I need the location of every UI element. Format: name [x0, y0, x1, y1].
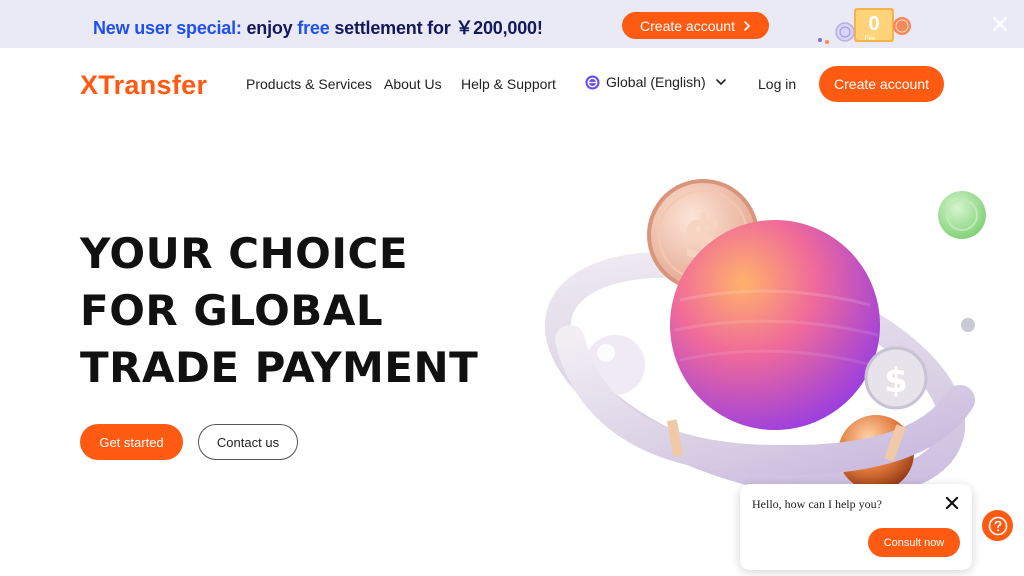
- contact-us-button[interactable]: Contact us: [198, 424, 298, 460]
- promo-text: New user special: enjoy free settlement …: [93, 14, 543, 40]
- svg-text:$: $: [884, 361, 908, 401]
- help-chat-button[interactable]: [982, 510, 1013, 541]
- promo-create-account-button[interactable]: Create account: [622, 12, 769, 39]
- chat-popup: Hello, how can I help you? Consult now: [740, 484, 972, 570]
- xtransfer-logo[interactable]: XTransfer: [80, 70, 207, 101]
- close-icon[interactable]: [990, 14, 1010, 34]
- nav-products-services[interactable]: Products & Services: [246, 76, 372, 92]
- hero-title-line-1: YOUR CHOICE: [80, 229, 409, 278]
- language-label: Global (English): [606, 74, 706, 90]
- chat-message: Hello, how can I help you?: [752, 497, 882, 511]
- hero-planet-ring-illustration: $ $: [544, 179, 986, 499]
- chevron-down-icon: [715, 78, 726, 85]
- hero-title-line-2: FOR GLOBAL: [80, 286, 384, 335]
- badge-digit: 0: [868, 13, 879, 35]
- promo-text-amount: settlement for ￥200,000!: [329, 18, 543, 38]
- globe-icon: [585, 74, 600, 90]
- promo-banner: New user special: enjoy free settlement …: [0, 0, 1024, 48]
- create-account-button[interactable]: Create account: [819, 66, 944, 102]
- close-icon[interactable]: [945, 496, 959, 510]
- zero-fee-badge-illustration: 0 Fee: [818, 8, 911, 44]
- help-icon: [988, 516, 1007, 535]
- login-link[interactable]: Log in: [758, 76, 796, 92]
- promo-text-part: enjoy: [241, 18, 298, 38]
- promo-free-word: free: [297, 18, 330, 38]
- promo-highlight-label: New user special:: [93, 18, 242, 38]
- promo-cta-label: Create account: [640, 17, 735, 34]
- consult-now-button[interactable]: Consult now: [868, 528, 960, 557]
- hero-title-line-3: TRADE PAYMENT: [80, 343, 479, 392]
- language-selector[interactable]: Global (English): [585, 74, 726, 90]
- get-started-button[interactable]: Get started: [80, 424, 183, 460]
- nav-about-us[interactable]: About Us: [384, 76, 442, 92]
- badge-text: Fee: [865, 36, 876, 42]
- chevron-right-icon: [744, 20, 751, 31]
- nav-help-support[interactable]: Help & Support: [461, 76, 556, 92]
